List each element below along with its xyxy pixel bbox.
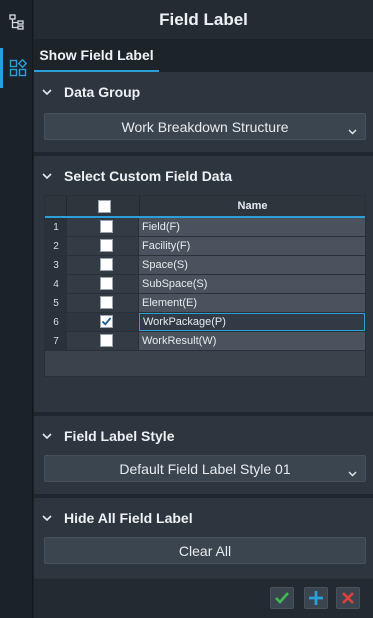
chevron-down-icon — [42, 432, 56, 440]
row-name[interactable]: WorkPackage(P) — [139, 313, 365, 331]
hide-all-title: Hide All Field Label — [64, 510, 193, 526]
chevron-down-icon — [42, 88, 56, 96]
data-group-header[interactable]: Data Group — [34, 72, 373, 112]
checkbox-cell — [67, 294, 139, 312]
checkbox-cell — [67, 332, 139, 350]
chevron-down-icon — [348, 464, 357, 480]
row-number: 4 — [45, 275, 67, 293]
chevron-down-icon — [42, 172, 56, 180]
custom-field-title: Select Custom Field Data — [64, 168, 233, 184]
grid-header: Name — [45, 196, 365, 218]
panel-footer — [34, 579, 373, 618]
row-name[interactable]: Field(F) — [139, 218, 365, 236]
data-group-value: Work Breakdown Structure — [121, 118, 289, 135]
custom-field-grid: Name 1 Field(F) 2 Facility(F) 3 Space(S) 4 SubS… — [44, 195, 366, 377]
table-row[interactable]: 5 Element(E) — [45, 294, 365, 313]
chevron-down-icon — [348, 122, 357, 138]
table-row[interactable]: 4 SubSpace(S) — [45, 275, 365, 294]
confirm-button[interactable] — [270, 587, 294, 609]
label-style-header[interactable]: Field Label Style — [34, 416, 373, 456]
data-group-title: Data Group — [64, 84, 141, 100]
name-column-header[interactable]: Name — [139, 196, 365, 216]
check-icon — [101, 317, 112, 326]
checkbox-cell — [67, 237, 139, 255]
row-number: 1 — [45, 218, 67, 236]
row-name[interactable]: Space(S) — [139, 256, 365, 274]
row-name[interactable]: WorkResult(W) — [139, 332, 365, 350]
hide-all-header[interactable]: Hide All Field Label — [34, 498, 373, 538]
data-group-dropdown[interactable]: Work Breakdown Structure — [44, 113, 366, 140]
tree-view-button[interactable] — [0, 2, 33, 42]
properties-view-button[interactable] — [0, 48, 33, 88]
plus-icon — [309, 591, 323, 605]
row-number-header — [45, 196, 67, 216]
hide-all-section: Hide All Field Label Clear All — [34, 498, 373, 578]
row-checkbox[interactable] — [100, 239, 113, 252]
row-number: 3 — [45, 256, 67, 274]
label-style-section: Field Label Style Default Field Label St… — [34, 416, 373, 494]
tree-icon — [8, 14, 24, 30]
grid-empty-area — [45, 354, 365, 376]
table-row[interactable]: 7 WorkResult(W) — [45, 332, 365, 351]
chevron-down-icon — [42, 514, 56, 522]
checkbox-cell — [67, 275, 139, 293]
custom-field-header[interactable]: Select Custom Field Data — [34, 156, 373, 196]
x-icon — [342, 592, 354, 604]
panel-title: Field Label — [34, 0, 373, 39]
row-checkbox[interactable] — [100, 296, 113, 309]
row-checkbox[interactable] — [100, 258, 113, 271]
table-row[interactable]: 3 Space(S) — [45, 256, 365, 275]
tab-show-field-label[interactable]: Show Field Label — [34, 39, 159, 72]
row-number: 7 — [45, 332, 67, 350]
checkbox-cell — [67, 256, 139, 274]
row-name[interactable]: Element(E) — [139, 294, 365, 312]
row-checkbox[interactable] — [100, 220, 113, 233]
row-number: 2 — [45, 237, 67, 255]
clear-all-button[interactable]: Clear All — [44, 537, 366, 564]
table-row[interactable]: 6 WorkPackage(P) — [45, 313, 365, 332]
check-icon — [275, 592, 289, 604]
label-style-dropdown[interactable]: Default Field Label Style 01 — [44, 455, 366, 482]
row-checkbox[interactable] — [100, 315, 113, 328]
left-toolbar — [0, 0, 33, 618]
widgets-icon — [9, 59, 27, 77]
close-button[interactable] — [336, 587, 360, 609]
select-all-checkbox[interactable] — [98, 200, 111, 213]
row-name[interactable]: Facility(F) — [139, 237, 365, 255]
row-number: 6 — [45, 313, 67, 331]
checkbox-cell — [67, 218, 139, 236]
tab-strip: Show Field Label — [34, 39, 373, 72]
add-button[interactable] — [304, 587, 328, 609]
field-label-panel: Field Label Show Field Label Data Group … — [34, 0, 373, 618]
row-checkbox[interactable] — [100, 277, 113, 290]
label-style-value: Default Field Label Style 01 — [119, 460, 291, 477]
table-row[interactable]: 2 Facility(F) — [45, 237, 365, 256]
row-number: 5 — [45, 294, 67, 312]
row-checkbox[interactable] — [100, 334, 113, 347]
table-row[interactable]: 1 Field(F) — [45, 218, 365, 237]
row-name[interactable]: SubSpace(S) — [139, 275, 365, 293]
checkbox-cell — [67, 313, 139, 331]
label-style-title: Field Label Style — [64, 428, 175, 444]
data-group-section: Data Group Work Breakdown Structure — [34, 72, 373, 152]
